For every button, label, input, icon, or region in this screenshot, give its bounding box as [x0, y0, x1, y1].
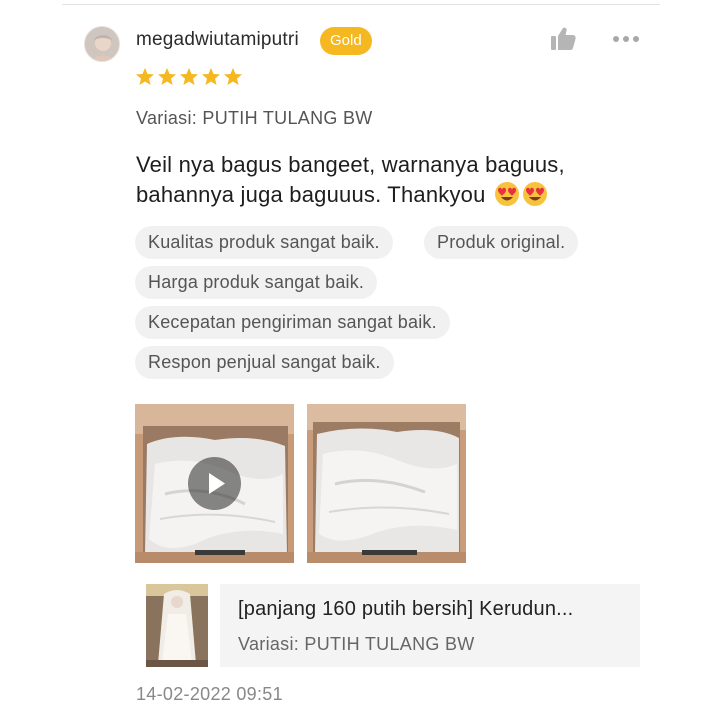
star-rating [135, 67, 243, 87]
review-tag: Kecepatan pengiriman sangat baik. [135, 306, 450, 339]
product-card[interactable]: [panjang 160 putih bersih] Kerudun... Va… [146, 584, 640, 667]
review-tag: Harga produk sangat baik. [135, 266, 378, 299]
heart-eyes-emoji-icon [494, 182, 519, 206]
avatar[interactable] [84, 26, 120, 62]
thumbs-up-icon[interactable] [549, 26, 577, 52]
product-thumbnail [146, 584, 208, 667]
more-dots-icon[interactable] [611, 32, 641, 44]
box-photo [307, 404, 466, 563]
review-photo-thumbnail[interactable] [307, 404, 466, 563]
star-icon [136, 68, 154, 85]
review-text: Veil nya bagus bangeet, warnanya baguus,… [136, 150, 606, 210]
review-tag: Respon penjual sangat baik. [135, 346, 394, 379]
divider [62, 4, 660, 5]
star-icon [202, 68, 220, 85]
star-icon [224, 68, 242, 85]
play-icon [209, 473, 225, 494]
review-page: megadwiutamiputri Gold Variasi: PUTIH TU… [0, 0, 720, 720]
play-button[interactable] [188, 457, 241, 510]
product-name: [panjang 160 putih bersih] Kerudun... [238, 598, 574, 620]
variation-label: Variasi: PUTIH TULANG BW [136, 108, 373, 128]
star-icon [158, 68, 176, 85]
review-tag: Produk original. [424, 226, 579, 259]
member-badge: Gold [320, 27, 372, 55]
heart-eyes-emoji-icon [522, 182, 547, 206]
review-tag: Kualitas produk sangat baik. [135, 226, 393, 259]
review-video-thumbnail[interactable] [135, 404, 294, 563]
avatar-image [85, 27, 119, 61]
product-info: [panjang 160 putih bersih] Kerudun... Va… [220, 584, 640, 667]
star-icon [180, 68, 198, 85]
product-variation: Variasi: PUTIH TULANG BW [238, 634, 475, 654]
review-timestamp: 14-02-2022 09:51 [136, 684, 283, 704]
username[interactable]: megadwiutamiputri [136, 29, 299, 51]
